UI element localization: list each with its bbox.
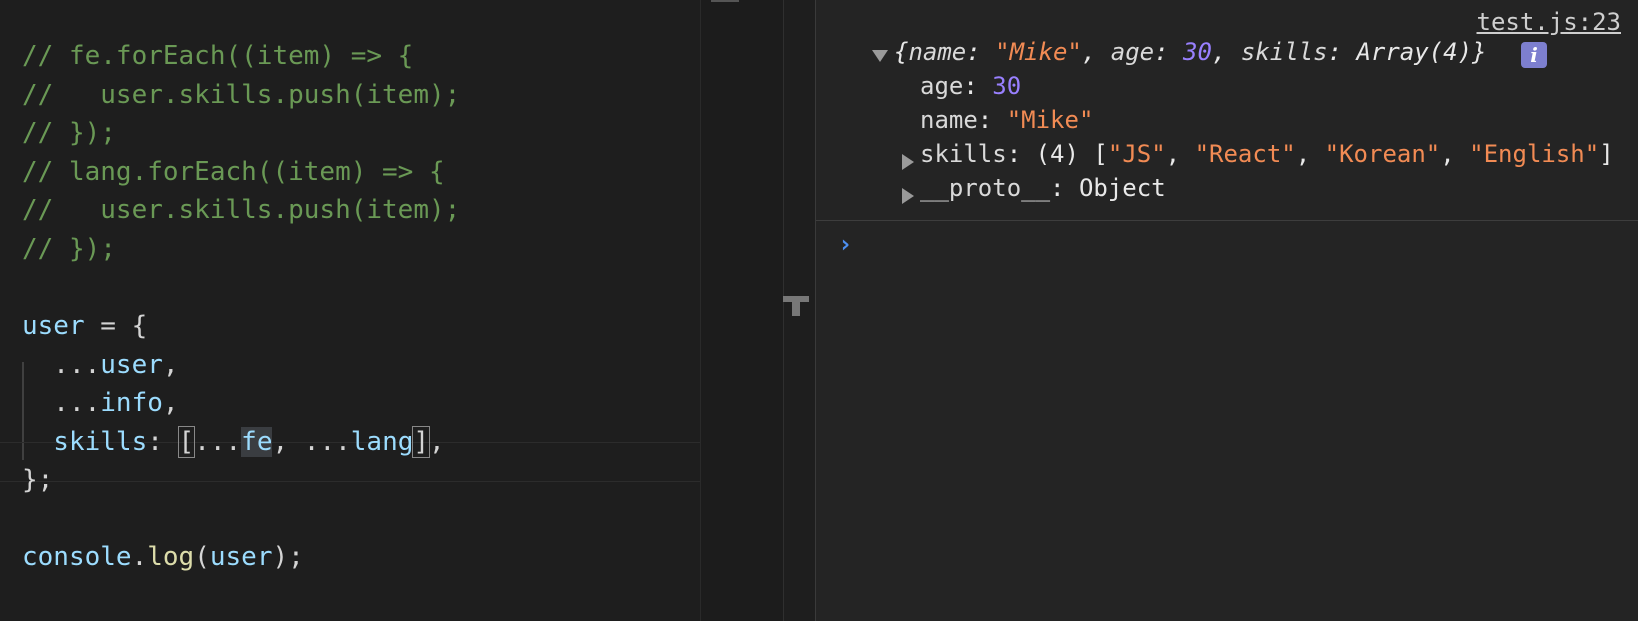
code-line-8[interactable]: user = { (22, 306, 147, 346)
separator: , (1295, 140, 1325, 168)
expand-triangle-icon[interactable] (902, 188, 914, 204)
code-line-12[interactable]: }; (22, 460, 53, 500)
summary-value-name: "Mike" (995, 38, 1082, 66)
bracket-close: ] (412, 426, 431, 458)
colon: : (963, 72, 993, 100)
collapse-triangle-icon[interactable] (872, 50, 888, 62)
array-count: (4) (1035, 140, 1079, 168)
property-row-proto[interactable]: __proto__: Object (920, 174, 1166, 202)
array-open: [ (1078, 140, 1108, 168)
identifier-lang: lang (350, 427, 414, 457)
identifier-user: user (100, 350, 163, 380)
property-skills: skills (22, 427, 148, 457)
separator: , (1211, 38, 1241, 66)
code-line-11[interactable]: skills: [...fe, ...lang], (22, 422, 445, 462)
minimap[interactable] (700, 0, 784, 621)
panel-resize-handle[interactable] (783, 296, 809, 318)
property-row-skills[interactable]: skills: (4) ["JS", "React", "Korean", "E… (920, 140, 1614, 168)
resize-handle-stem (792, 300, 800, 316)
array-item: "Korean" (1324, 140, 1441, 168)
colon: : (1327, 38, 1357, 66)
info-icon[interactable]: i (1521, 42, 1547, 68)
code-line-5[interactable]: // user.skills.push(item); (22, 190, 460, 230)
spread-dots: ... (22, 388, 101, 418)
colon: : (966, 38, 996, 66)
code-line-2[interactable]: // user.skills.push(item); (22, 75, 460, 115)
code-line-3[interactable]: // }); (22, 113, 116, 153)
property-key-age: age (920, 72, 964, 100)
property-value-age: 30 (992, 72, 1022, 100)
property-value-name: "Mike" (1006, 106, 1094, 134)
summary-key-age: age (1110, 38, 1155, 66)
identifier-user: user (209, 542, 273, 572)
comma: , (272, 427, 304, 457)
code-editor[interactable]: // fe.forEach((item) => { // user.skills… (0, 0, 700, 621)
summary-key-skills: skills (1240, 38, 1328, 66)
spread-dots: ... (303, 427, 351, 457)
summary-value-age: 30 (1183, 38, 1212, 66)
spread-dots: ... (22, 350, 101, 380)
object-summary[interactable]: {name: "Mike", age: 30, skills: Array(4)… (894, 38, 1487, 66)
separator: , (1165, 140, 1195, 168)
code-line-4[interactable]: // lang.forEach((item) => { (22, 152, 445, 192)
array-item: "English" (1469, 140, 1600, 168)
comma: , (429, 427, 445, 457)
code-line-14[interactable]: console.log(user); (22, 537, 304, 577)
array-close: ] (1599, 140, 1614, 168)
console-divider (816, 220, 1638, 221)
separator: , (1440, 140, 1470, 168)
minimap-viewport-marker (711, 0, 739, 2)
summary-value-skills: Array(4) (1356, 38, 1473, 66)
colon: : (147, 427, 179, 457)
code-line-6[interactable]: // }); (22, 229, 116, 269)
console-prompt-icon[interactable]: › (838, 230, 852, 258)
comma: , (162, 350, 179, 380)
property-key-proto: __proto__ (920, 174, 1051, 202)
brace-close: } (1472, 38, 1487, 66)
brace-open: { (894, 38, 909, 66)
function-log: log (147, 542, 195, 572)
identifier-fe: fe (241, 427, 273, 457)
property-value-proto: Object (1078, 174, 1166, 202)
array-item: "JS" (1107, 140, 1166, 168)
code-line-1[interactable]: // fe.forEach((item) => { (22, 36, 413, 76)
code-line-9[interactable]: ...user, (22, 345, 179, 385)
close-object: }; (22, 465, 54, 495)
array-item: "React" (1194, 140, 1296, 168)
assign-open: = { (84, 311, 148, 341)
identifier-info: info (100, 388, 163, 418)
property-row-name[interactable]: name: "Mike" (920, 106, 1093, 134)
expand-triangle-icon[interactable] (902, 154, 914, 170)
identifier-console: console (22, 542, 132, 572)
comma: , (162, 388, 179, 418)
paren-close: ); (272, 542, 304, 572)
colon: : (1154, 38, 1184, 66)
separator: , (1081, 38, 1111, 66)
bracket-open: [ (177, 426, 196, 458)
property-key-name: name (920, 106, 978, 134)
identifier-user: user (22, 311, 85, 341)
colon: : (1050, 174, 1079, 202)
property-row-age[interactable]: age: 30 (920, 72, 1021, 100)
colon: : (1006, 140, 1036, 168)
paren-open: ( (194, 542, 210, 572)
devtools-console[interactable]: test.js:23 {name: "Mike", age: 30, skill… (815, 0, 1638, 621)
spread-dots: ... (194, 427, 242, 457)
property-key-skills: skills (920, 140, 1007, 168)
colon: : (977, 106, 1007, 134)
summary-key-name: name (908, 38, 967, 66)
code-line-10[interactable]: ...info, (22, 383, 179, 423)
dot: . (131, 542, 148, 572)
source-link[interactable]: test.js:23 (1477, 8, 1622, 36)
